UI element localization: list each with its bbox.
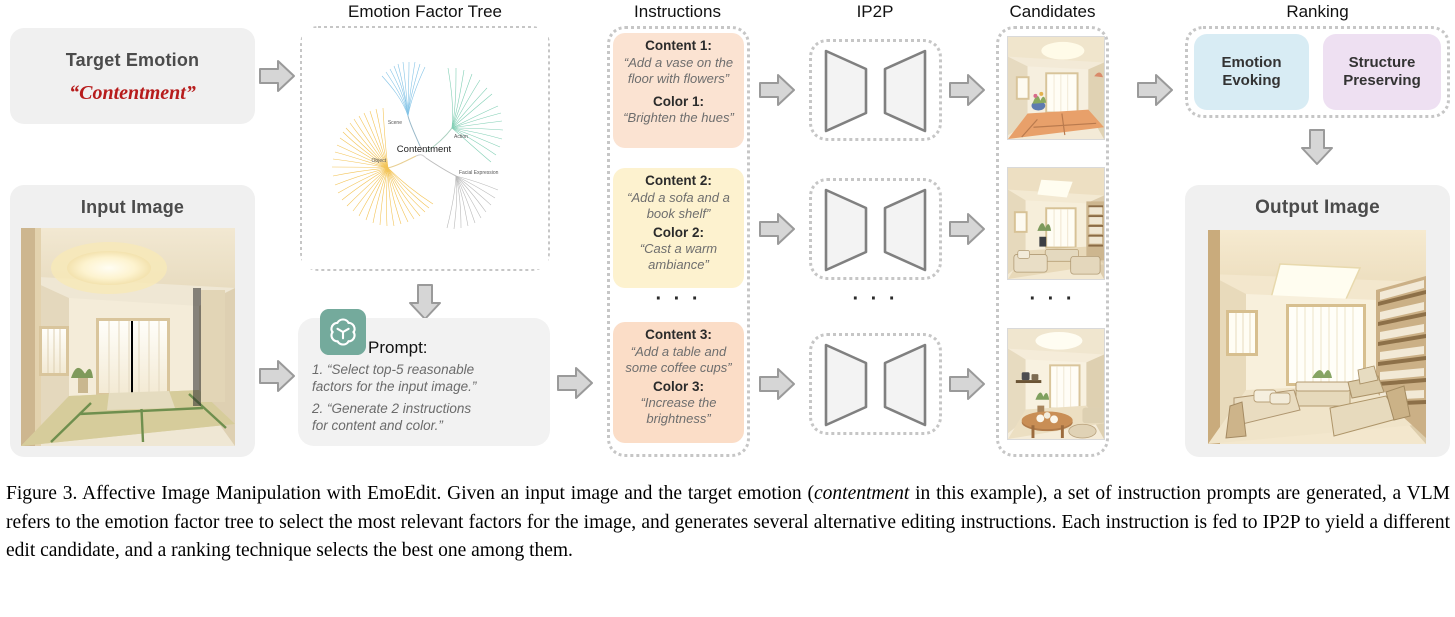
color-text-1: “Brighten the hues”: [623, 110, 734, 126]
ip2p-module-3: [809, 333, 942, 435]
target-emotion-value: “Contentment”: [69, 82, 196, 104]
caption-prefix: Figure 3. Affective Image Manipulation w…: [6, 483, 814, 504]
content-label-2: Content 2:: [645, 173, 712, 188]
ip2p-module-1: [809, 39, 942, 141]
column-title-ranking: Ranking: [1286, 2, 1349, 21]
svg-text:Scene: Scene: [388, 120, 402, 126]
content-label-3: Content 3:: [645, 327, 712, 342]
color-label-3: Color 3:: [652, 378, 704, 394]
svg-text:Action: Action: [454, 134, 468, 140]
candidate-thumbnail-1: [1007, 36, 1105, 140]
ranking-criterion-structure-preserving: Structure Preserving: [1323, 34, 1441, 110]
color-label-2: Color 2:: [652, 224, 704, 240]
arrow-prompt-to-instructions: [556, 365, 594, 401]
arrow-instruction-3-to-ip2p: [758, 366, 796, 402]
prompt-title: Prompt:: [368, 338, 428, 357]
arrow-input-to-prompt: [258, 358, 296, 394]
svg-text:Contentment: Contentment: [397, 144, 452, 155]
target-emotion-panel: Target Emotion “Contentment”: [10, 28, 255, 124]
arrow-ranking-to-output: [1299, 128, 1335, 166]
arrow-ip2p-3-to-candidate: [948, 366, 986, 402]
output-image-header: Output Image: [1255, 197, 1380, 218]
content-text-3: “Add a table and some coffee cups”: [625, 343, 732, 375]
caption-emphasis: contentment: [814, 483, 910, 504]
color-text-3: “Increase the brightness”: [640, 395, 717, 427]
color-text-2: “Cast a warm ambiance”: [639, 241, 718, 273]
ip2p-ellipsis: · · ·: [852, 288, 899, 310]
arrow-instruction-2-to-ip2p: [758, 211, 796, 247]
candidates-ellipsis: · · ·: [1029, 288, 1076, 310]
column-title-candidates: Candidates: [1009, 2, 1096, 21]
target-emotion-header: Target Emotion: [65, 50, 200, 70]
figure-caption: Figure 3. Affective Image Manipulation w…: [6, 480, 1450, 566]
candidate-thumbnail-2: [1007, 167, 1105, 280]
prompt-text-line: factors for the input image.”: [312, 379, 477, 395]
prompt-text-line: 2. “Generate 2 instructions: [312, 401, 472, 416]
color-label-1: Color 1:: [652, 93, 704, 109]
column-title-tree: Emotion Factor Tree: [347, 2, 502, 21]
prompt-text-line: 1. “Select top-5 reasonable: [312, 362, 475, 377]
input-image-thumbnail: [21, 228, 235, 446]
output-image-thumbnail: [1208, 230, 1426, 444]
arrow-candidates-to-ranking: [1136, 72, 1174, 108]
column-title-ip2p: IP2P: [856, 2, 894, 21]
content-label-1: Content 1:: [645, 38, 712, 53]
prompt-text-line: for content and color.”: [312, 418, 443, 434]
figure-canvas: Emotion Factor Tree Instructions IP2P Ca…: [0, 0, 1455, 617]
input-image-header: Input Image: [80, 197, 185, 217]
column-title-instructions: Instructions: [634, 2, 721, 21]
ranking-criterion-emotion-evoking: Emotion Evoking: [1194, 34, 1309, 110]
ranking-criterion-label: Structure Preserving: [1343, 54, 1421, 89]
instruction-card-2: Content 2: “Add a sofa and a book shelf”…: [613, 168, 744, 288]
arrow-emotion-to-tree: [258, 58, 296, 94]
arrow-instruction-1-to-ip2p: [758, 72, 796, 108]
emotion-factor-tree-graphic: .ray{stroke-width:.6;fill:none;opacity:.…: [302, 28, 548, 269]
svg-text:Facial Expression: Facial Expression: [459, 170, 499, 176]
content-text-1: “Add a vase on the floor with flowers”: [623, 54, 734, 86]
openai-logo-icon: [320, 309, 366, 355]
svg-text:Object: Object: [372, 158, 387, 164]
arrow-tree-to-prompt: [407, 283, 443, 321]
arrow-ip2p-2-to-candidate: [948, 211, 986, 247]
prompt-line-1: 1. “Select top-5 reasonable factors for …: [312, 361, 540, 396]
instruction-card-3: Content 3: “Add a table and some coffee …: [613, 322, 744, 443]
arrow-ip2p-1-to-candidate: [948, 72, 986, 108]
ip2p-module-2: [809, 178, 942, 280]
prompt-line-2: 2. “Generate 2 instructions for content …: [312, 400, 540, 435]
candidate-thumbnail-3: [1007, 328, 1105, 440]
ranking-criterion-label: Emotion Evoking: [1221, 54, 1282, 89]
instructions-ellipsis: · · ·: [655, 288, 702, 310]
content-text-2: “Add a sofa and a book shelf”: [627, 189, 730, 221]
instruction-card-1: Content 1: “Add a vase on the floor with…: [613, 33, 744, 148]
